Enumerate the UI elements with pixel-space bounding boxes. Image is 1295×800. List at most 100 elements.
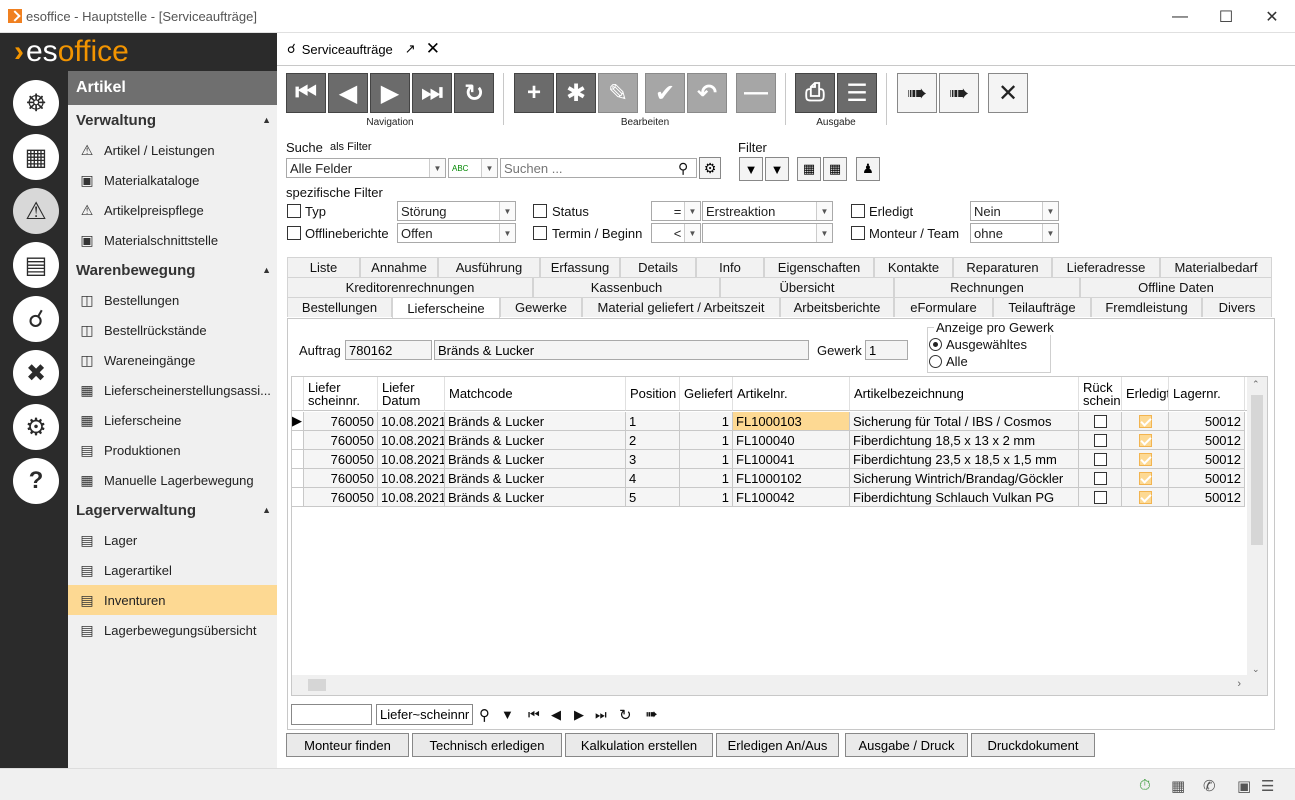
search-mode-select[interactable]: ABC ▼ (448, 158, 498, 178)
typ-checkbox[interactable] (287, 204, 301, 218)
filter-building-down-icon[interactable]: ▦ (823, 157, 847, 181)
col-header-matchcode[interactable]: Matchcode (445, 377, 626, 411)
cell-geliefert[interactable]: 1 (680, 488, 733, 507)
tab-annahme[interactable]: Annahme (360, 257, 438, 277)
siren-icon[interactable]: ⚠ (13, 188, 59, 234)
export-list-button[interactable]: ☰ (837, 73, 877, 113)
cell-lagernr[interactable]: 50012 (1169, 431, 1245, 450)
save-button[interactable]: ✔ (645, 73, 685, 113)
filter-icon[interactable]: ▼ (501, 707, 514, 722)
nav-item-lager[interactable]: ▤ Lager (68, 525, 277, 555)
cell-artikelnr[interactable]: FL1000103 (733, 412, 850, 431)
previous-row-icon[interactable]: ◀ (551, 707, 561, 723)
last-record-button[interactable]: ⏭ (412, 73, 452, 113)
cell-erledigt[interactable] (1122, 412, 1169, 431)
cell-artikelnr[interactable]: FL100042 (733, 488, 850, 507)
grid-search-column[interactable]: Liefer~scheinnr (376, 704, 473, 725)
tab-fremdleistung[interactable]: Fremdleistung (1091, 297, 1202, 317)
rueckschein-checkbox[interactable] (1093, 433, 1107, 447)
first-record-button[interactable]: ⏮ (286, 73, 326, 113)
cell-position[interactable]: 2 (626, 431, 680, 450)
previous-record-button[interactable]: ◀ (328, 73, 368, 113)
col-header-geliefert[interactable]: Geliefert (680, 377, 733, 411)
lock-icon[interactable]: ▣ (1237, 777, 1251, 795)
col-header-lieferdatum[interactable]: Liefer Datum (378, 377, 445, 411)
cell-matchcode[interactable]: Bränds & Lucker (445, 412, 626, 431)
cell-artikelbezeichnung[interactable]: Sicherung Wintrich/Brandag/Göckler (850, 469, 1079, 488)
cell-artikelbezeichnung[interactable]: Fiberdichtung Schlauch Vulkan PG (850, 488, 1079, 507)
table-row[interactable]: 760050 10.08.2021 Bränds & Lucker 4 1 FL… (292, 469, 1245, 488)
chevron-down-icon[interactable]: ⌄ (1252, 664, 1260, 675)
search-input[interactable] (500, 158, 697, 178)
ausgewaehltes-radio[interactable] (929, 338, 942, 351)
cell-lieferscheinnr[interactable]: 760050 (304, 431, 378, 450)
timer-icon[interactable]: ⏱ (1139, 777, 1151, 794)
erledigt-select[interactable]: Nein ▼ (970, 201, 1059, 221)
grid-vertical-scrollbar[interactable]: ⌃ ⌄ (1247, 377, 1267, 695)
status-select[interactable]: Erstreaktion ▼ (702, 201, 833, 221)
ausgabe-druck-button[interactable]: Ausgabe / Druck (845, 733, 968, 757)
table-row[interactable]: 760050 10.08.2021 Bränds & Lucker 3 1 FL… (292, 450, 1245, 469)
cell-lieferscheinnr[interactable]: 760050 (304, 469, 378, 488)
search-settings-gear-icon[interactable]: ⚙ (699, 157, 721, 179)
nav-item-artikelpreispflege[interactable]: ⚠ Artikelpreispflege (68, 195, 277, 225)
tab-eigenschaften[interactable]: Eigenschaften (764, 257, 874, 277)
nav-item-materialschnittstelle[interactable]: ▣ Materialschnittstelle (68, 225, 277, 255)
tab-eformulare[interactable]: eFormulare (894, 297, 993, 317)
first-row-icon[interactable]: ⏮ (528, 707, 540, 723)
section-verwaltung[interactable]: Verwaltung ▲ (68, 105, 277, 135)
filter-edit-icon[interactable]: ▼ (765, 157, 789, 181)
technisch-erledigen-button[interactable]: Technisch erledigen (412, 733, 562, 757)
cell-lieferdatum[interactable]: 10.08.2021 (378, 469, 445, 488)
cell-artikelnr[interactable]: FL1000102 (733, 469, 850, 488)
alle-radio[interactable] (929, 355, 942, 368)
nav-item-produktionen[interactable]: ▤ Produktionen (68, 435, 277, 465)
tab-kontakte[interactable]: Kontakte (874, 257, 953, 277)
tab-erfassung[interactable]: Erfassung (540, 257, 620, 277)
cell-geliefert[interactable]: 1 (680, 431, 733, 450)
cell-lieferdatum[interactable]: 10.08.2021 (378, 450, 445, 469)
tab-offline-daten[interactable]: Offline Daten (1080, 277, 1272, 297)
run-left-button[interactable]: ➠ (897, 73, 937, 113)
chevron-up-icon[interactable]: ⌃ (1252, 379, 1260, 390)
cell-position[interactable]: 1 (626, 412, 680, 431)
tab-material-geliefert[interactable]: Material geliefert / Arbeitszeit (582, 297, 780, 317)
druckdokument-button[interactable]: Druckdokument (971, 733, 1095, 757)
cell-lieferscheinnr[interactable]: 760050 (304, 488, 378, 507)
nav-item-lagerartikel[interactable]: ▤ Lagerartikel (68, 555, 277, 585)
nav-item-bestellungen[interactable]: ◫ Bestellungen (68, 285, 277, 315)
cell-lagernr[interactable]: 50012 (1169, 450, 1245, 469)
tab-materialbedarf[interactable]: Materialbedarf (1160, 257, 1272, 277)
cell-artikelnr[interactable]: FL100040 (733, 431, 850, 450)
cell-geliefert[interactable]: 1 (680, 469, 733, 488)
cell-rueckschein[interactable] (1079, 488, 1122, 507)
cell-matchcode[interactable]: Bränds & Lucker (445, 450, 626, 469)
tab-lieferadresse[interactable]: Lieferadresse (1052, 257, 1160, 277)
cell-matchcode[interactable]: Bränds & Lucker (445, 488, 626, 507)
cell-rueckschein[interactable] (1079, 450, 1122, 469)
last-row-icon[interactable]: ⏭ (595, 707, 607, 723)
cell-lagernr[interactable]: 50012 (1169, 488, 1245, 507)
new-special-button[interactable]: ✱ (556, 73, 596, 113)
col-header-lieferscheinnr[interactable]: Liefer scheinnr. (304, 377, 378, 411)
col-header-artikelnr[interactable]: Artikelnr. (733, 377, 850, 411)
table-row[interactable]: 760050 10.08.2021 Bränds & Lucker 2 1 FL… (292, 431, 1245, 450)
grid-search-input[interactable] (291, 704, 372, 725)
search-icon[interactable]: ⚲ (479, 706, 490, 724)
rueckschein-checkbox[interactable] (1093, 414, 1107, 428)
cell-rueckschein[interactable] (1079, 412, 1122, 431)
cell-lagernr[interactable]: 50012 (1169, 412, 1245, 431)
tab-kreditorenrechnungen[interactable]: Kreditorenrechnungen (287, 277, 533, 297)
tab-divers[interactable]: Divers (1202, 297, 1272, 317)
table-row[interactable]: 760050 10.08.2021 Bränds & Lucker 5 1 FL… (292, 488, 1245, 507)
nav-item-materialkataloge[interactable]: ▣ Materialkataloge (68, 165, 277, 195)
nav-item-manuelle-lagerbewegung[interactable]: ▦ Manuelle Lagerbewegung (68, 465, 277, 495)
headset-icon[interactable]: ☌ (13, 296, 59, 342)
typ-select[interactable]: Störung ▼ (397, 201, 516, 221)
cell-artikelbezeichnung[interactable]: Sicherung für Total / IBS / Cosmos (850, 412, 1079, 431)
cell-lieferdatum[interactable]: 10.08.2021 (378, 431, 445, 450)
print-button[interactable]: ⎙ (795, 73, 835, 113)
user-filter-icon[interactable]: ♟ (856, 157, 880, 181)
offlineberichte-checkbox[interactable] (287, 226, 301, 240)
offlineberichte-select[interactable]: Offen ▼ (397, 223, 516, 243)
